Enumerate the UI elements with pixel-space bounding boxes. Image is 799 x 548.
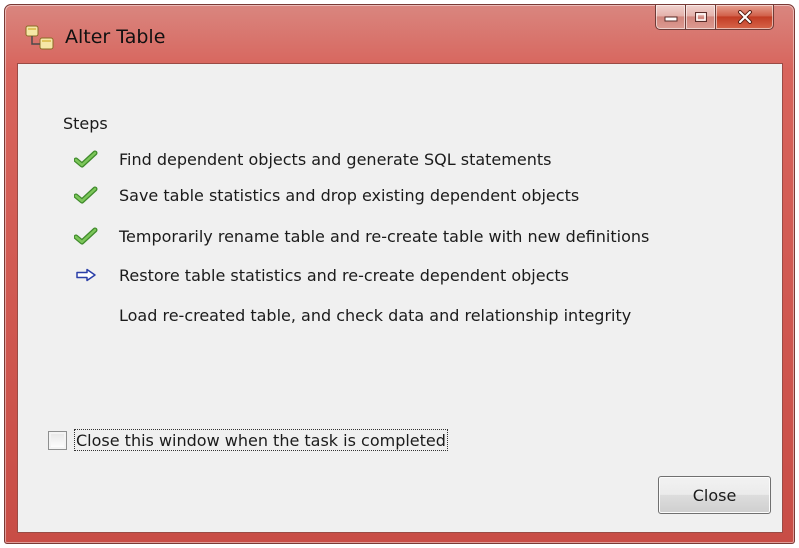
step-item-2: Save table statistics and drop existing … [63, 182, 579, 208]
step-label: Temporarily rename table and re-create t… [119, 226, 650, 246]
alter-table-window: Alter Table Steps Find dependent objects… [4, 4, 795, 544]
close-when-done-label[interactable]: Close this window when the task is compl… [74, 429, 448, 451]
step-label: Load re-created table, and check data an… [119, 305, 632, 325]
window-close-button[interactable] [716, 5, 774, 30]
step-item-1: Find dependent objects and generate SQL … [63, 146, 551, 172]
close-icon [737, 10, 752, 24]
step-label: Restore table statistics and re-create d… [119, 265, 569, 285]
close-when-done-option[interactable]: Close this window when the task is compl… [48, 427, 448, 453]
minimize-button[interactable] [655, 5, 686, 30]
step-pending-placeholder [71, 304, 101, 326]
step-item-5: Load re-created table, and check data an… [63, 302, 631, 328]
dialog-content: Steps Find dependent objects and generat… [17, 63, 783, 533]
check-icon [71, 148, 101, 170]
step-item-3: Temporarily rename table and re-create t… [63, 223, 649, 249]
close-when-done-checkbox[interactable] [48, 430, 67, 450]
step-label: Find dependent objects and generate SQL … [119, 149, 552, 169]
steps-heading: Steps [63, 114, 108, 133]
arrow-right-icon [71, 264, 101, 286]
table-relationship-icon [25, 25, 54, 50]
close-button[interactable]: Close [658, 476, 771, 514]
maximize-button[interactable] [686, 5, 716, 30]
check-icon [71, 225, 101, 247]
step-item-4: Restore table statistics and re-create d… [63, 262, 569, 288]
window-title: Alter Table [65, 26, 166, 48]
title-bar[interactable]: Alter Table [5, 5, 794, 55]
maximize-icon [694, 12, 707, 22]
step-label: Save table statistics and drop existing … [119, 185, 580, 205]
minimize-icon [664, 16, 677, 22]
caption-buttons [655, 5, 774, 31]
check-icon [71, 184, 101, 206]
